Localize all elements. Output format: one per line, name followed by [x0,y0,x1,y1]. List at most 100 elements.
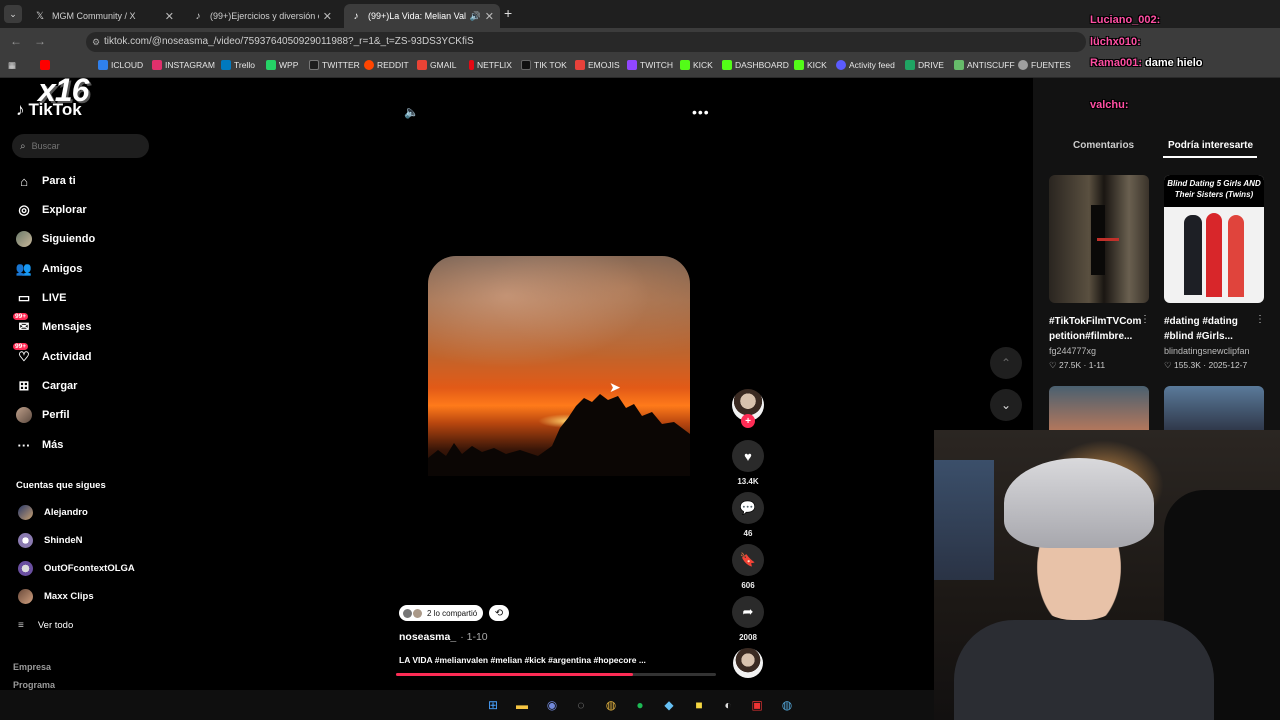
nav-para-ti[interactable]: ⌂ Para ti [16,173,76,189]
close-icon[interactable]: ✕ [485,10,494,23]
bookmark-kick[interactable]: KICK [680,60,713,70]
bookmark-netflix[interactable]: NETFLIX [469,60,512,70]
chat-message: lüchx010: [1090,36,1141,48]
apps-grid-icon[interactable]: ▦ [8,60,16,71]
following-item[interactable]: Alejandro [18,505,88,520]
video-card-thumbnail[interactable] [1049,386,1149,436]
nav-cargar[interactable]: ⊞ Cargar [16,378,78,394]
previous-video-icon[interactable]: ⌃ [990,347,1022,379]
speaker-icon[interactable]: 🔊 [470,11,481,22]
spotify-icon[interactable]: ● [632,697,648,713]
following-item[interactable]: ShindeN [18,533,83,548]
video-card-author[interactable]: blindatingsnewclipfan [1164,346,1250,356]
video-player[interactable] [428,256,690,476]
comment-icon[interactable]: 💬 [732,492,764,524]
footer-link-empresa[interactable]: Empresa [13,662,51,672]
back-icon[interactable]: ← [10,34,22,48]
footer-link-programa[interactable]: Programa [13,680,55,690]
share-icon[interactable]: ➦ [732,596,764,628]
url-field[interactable]: ⚙ tiktok.com/@noseasma_/video/7593764050… [86,32,1086,52]
windows-start-icon[interactable]: ⊞ [485,697,501,713]
forward-icon[interactable]: → [34,34,46,48]
nav-perfil[interactable]: Perfil [16,407,70,423]
video-author[interactable]: noseasma_ · 1-10 [399,631,488,643]
nav-mas[interactable]: ··· Más [16,437,64,453]
video-card-thumbnail[interactable]: Blind Dating 5 Girls AND Their Sisters (… [1164,175,1264,303]
bookmark-tiktok[interactable]: TIK TOK [521,60,567,70]
browser-tab-2[interactable]: ♪ (99+)Ejercicios y diversión en M ✕ [186,4,338,28]
bookmark-gmail[interactable]: GMAIL [417,60,456,70]
share-count: 2008 [739,633,757,642]
more-options-icon[interactable]: ⋮ [1140,314,1150,325]
video-card-title[interactable]: #TikTokFilmTVCom petition#filmbre... [1049,314,1149,344]
bookmark-trello[interactable]: Trello [221,60,255,70]
bookmark-reddit[interactable]: REDDIT [364,60,409,70]
browser-tab-3[interactable]: ♪ (99+)La Vida: Melian Valen 🔊 ✕ [344,4,500,28]
following-item[interactable]: OutOFcontextOLGA [18,561,135,576]
app-icon[interactable]: ◌ [573,697,589,713]
video-card-title[interactable]: #dating #dating #blind #Girls... [1164,314,1264,344]
bookmark-dashboard[interactable]: DASHBOARD [722,60,789,70]
webcam-hair [1004,458,1154,548]
bookmark-icon[interactable]: 🔖 [732,544,764,576]
tab-podria-interesarte[interactable]: Podría interesarte [1168,140,1253,151]
comment-action[interactable]: 💬 46 [731,492,765,538]
chrome-icon[interactable]: ◍ [603,697,619,713]
youtube-icon[interactable] [40,60,53,70]
tiktok-logo[interactable]: ♪ TikTok [16,100,82,120]
shared-pill[interactable]: 2 lo compartió [399,605,484,621]
avatar [413,608,422,618]
globe-icon[interactable]: ◍ [779,697,795,713]
following-item[interactable]: Maxx Clips [18,589,94,604]
steam-icon[interactable]: ◆ [661,697,677,713]
bookmark-twitter[interactable]: TWITTER [309,60,360,70]
heart-icon[interactable]: ♥ [732,440,764,472]
bookmark-kick-2[interactable]: KICK [794,60,827,70]
obs-icon[interactable]: ◐ [720,697,736,713]
new-tab-button[interactable]: + [504,5,512,21]
nav-amigos[interactable]: 👥 Amigos [16,261,82,277]
next-video-icon[interactable]: ⌄ [990,389,1022,421]
bookmark-instagram[interactable]: INSTAGRAM [152,60,215,70]
like-action[interactable]: ♥ 13.4K [731,440,765,486]
browser-tab-1[interactable]: 𝕏 MGM Community / X ✕ [28,4,180,28]
bookmark-wpp[interactable]: WPP [266,60,298,70]
bookmark-drive[interactable]: DRIVE [905,60,944,70]
video-card-thumbnail[interactable] [1164,386,1264,436]
music-disc-icon[interactable] [733,648,763,678]
bookmark-twitch[interactable]: TWITCH [627,60,673,70]
bookmark-fuentes[interactable]: FUENTES [1018,60,1071,70]
more-options-icon[interactable]: ⋮ [1255,314,1265,325]
save-action[interactable]: 🔖 606 [731,544,765,590]
nav-explorar[interactable]: ◎ Explorar [16,202,86,218]
streaming-app-icon[interactable]: ▣ [749,697,765,713]
bookmark-antiscuff[interactable]: ANTISCUFF [954,60,1015,70]
tab-comentarios[interactable]: Comentarios [1073,140,1134,151]
follow-plus-icon[interactable]: + [741,414,755,428]
search-input[interactable] [31,141,132,151]
bookmark-emojis[interactable]: EMOJIS [575,60,620,70]
video-caption[interactable]: LA VIDA #melianvalen #melian #kick #arge… [399,655,646,665]
nav-mensajes[interactable]: ✉ 99+ Mensajes [13,313,92,335]
nav-actividad[interactable]: ♡ 99+ Actividad [13,343,92,365]
close-icon[interactable]: ✕ [323,10,332,23]
share-action[interactable]: ➦ 2008 [731,596,765,642]
tab-search-button[interactable]: ⌄ [4,5,22,23]
close-icon[interactable]: ✕ [165,10,174,23]
nav-live[interactable]: ▭ LIVE [16,290,67,306]
folder-icon[interactable]: ▬ [514,697,530,713]
bookmark-activity-feed[interactable]: Activity feed [836,60,895,70]
video-progress-bar[interactable] [396,673,716,676]
bookmark-icloud[interactable]: ICLOUD [98,60,143,70]
video-card-thumbnail[interactable] [1049,175,1149,303]
repost-icon[interactable]: ⟲ [489,605,509,621]
see-all-link[interactable]: ≡ Ver todo [18,620,73,631]
nav-siguiendo[interactable]: Siguiendo [16,231,95,247]
discord-icon[interactable]: ◉ [544,697,560,713]
sticky-notes-icon[interactable]: ■ [691,697,707,713]
site-info-icon[interactable]: ⚙ [92,32,100,52]
more-options-icon[interactable]: ••• [692,104,710,120]
search-box[interactable]: ⌕ [12,134,149,158]
volume-icon[interactable]: 🔈 [404,105,419,119]
video-card-author[interactable]: fg244777xg [1049,346,1096,356]
